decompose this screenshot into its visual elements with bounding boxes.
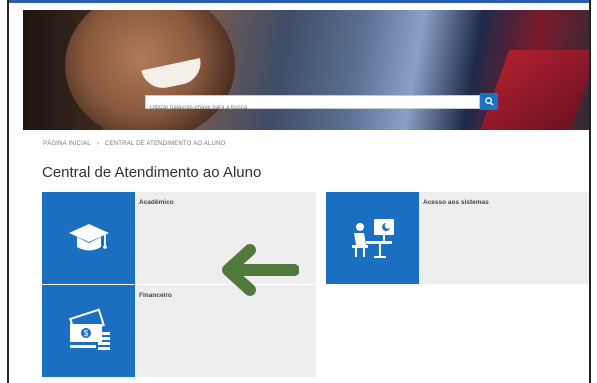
card-icon-tile [42,192,135,284]
computer-user-icon [351,219,394,258]
card-label: Acadêmico [139,199,174,206]
top-accent-line [9,0,589,3]
search-icon [484,97,494,106]
breadcrumb: PÁGINA INICIAL › CENTRAL DE ATENDIMENTO AO… [43,141,225,147]
card-acesso-sistemas[interactable]: Acesso aos sistemas [326,192,589,284]
card-icon-tile: $ [42,285,135,377]
breadcrumb-home[interactable]: PÁGINA INICIAL [43,141,91,147]
search-input[interactable] [146,102,479,114]
svg-text:$: $ [83,329,88,338]
search-box[interactable] [145,95,480,114]
graduation-cap-icon [68,224,109,251]
card-icon-tile [326,192,419,284]
page-title: Central de Atendimento ao Aluno [42,164,262,181]
search-button[interactable] [480,93,498,110]
card-label: Acesso aos sistemas [423,199,489,206]
card-label: Financeiro [139,292,172,299]
browser-frame: PÁGINA INICIAL › CENTRAL DE ATENDIMENTO AO… [7,0,591,383]
arrow-left-icon [222,244,299,296]
hero-red-shape [476,50,589,130]
breadcrumb-current: CENTRAL DE ATENDIMENTO AO ALUNO [105,141,226,147]
breadcrumb-separator: › [96,141,100,147]
money-icon: $ [68,308,110,350]
